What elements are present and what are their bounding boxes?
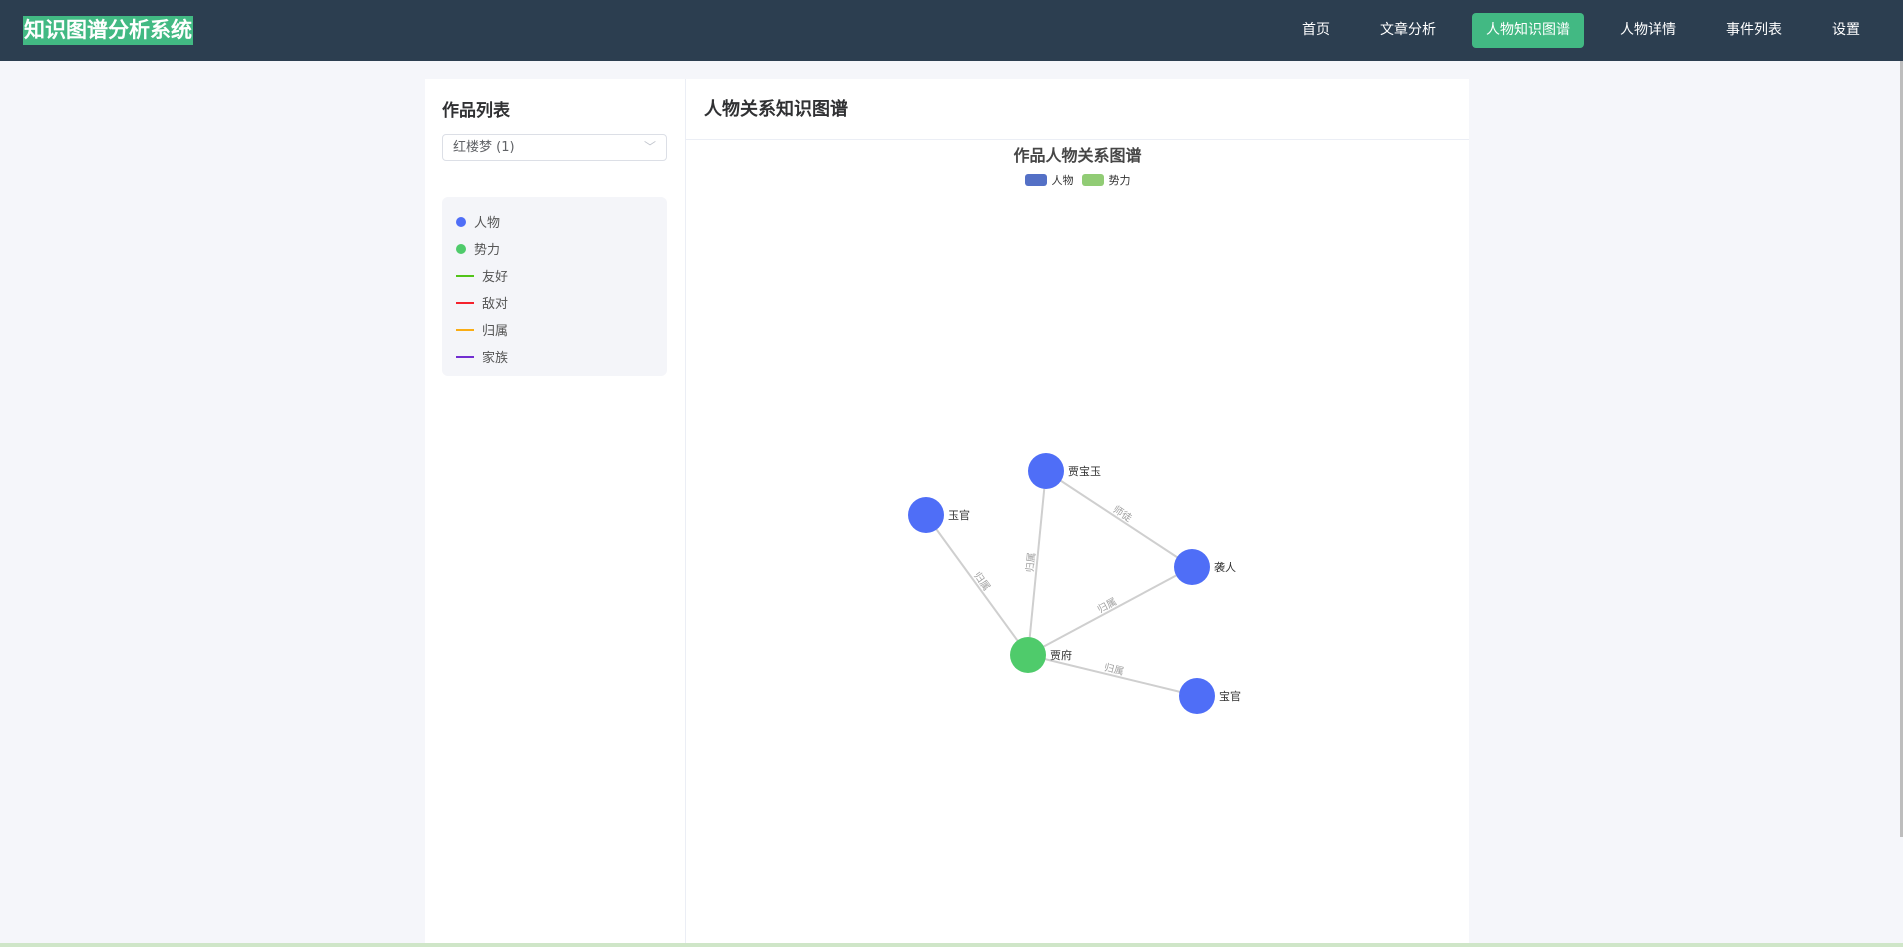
graph-edge[interactable] (1045, 470, 1193, 568)
graph-node[interactable] (1174, 549, 1210, 585)
graph-node[interactable] (1010, 637, 1046, 673)
graph-edge[interactable] (1027, 566, 1193, 656)
edge-label: 归属 (1023, 552, 1038, 573)
legend-item-hostile: 敌对 (456, 289, 653, 316)
relationship-graph[interactable]: 师徒归属归属归属归属贾宝玉玉官袭人贾府宝官 (686, 79, 1469, 947)
node-label: 袭人 (1214, 560, 1236, 574)
legend-item-friendly: 友好 (456, 262, 653, 289)
node-label: 贾宝玉 (1068, 464, 1101, 478)
legend-item-family: 家族 (456, 343, 653, 370)
node-label: 玉官 (948, 508, 970, 522)
nav-item-character-graph[interactable]: 人物知识图谱 (1472, 13, 1584, 48)
top-navbar: 知识图谱分析系统 首页 文章分析 人物知识图谱 人物详情 事件列表 设置 (0, 0, 1903, 61)
works-sidebar: 作品列表 红楼梦 (1) ﹀ 人物 势力 友好 敌对 归属 家族 (425, 79, 686, 947)
legend-label: 归属 (482, 324, 509, 339)
legend-item-character: 人物 (456, 208, 653, 235)
nav-item-home[interactable]: 首页 (1288, 13, 1344, 48)
legend-label: 友好 (482, 270, 509, 285)
nav-item-settings[interactable]: 设置 (1818, 13, 1874, 48)
work-select-value: 红楼梦 (1) (453, 140, 515, 155)
legend-label: 家族 (482, 351, 509, 366)
node-label: 宝官 (1219, 689, 1241, 703)
main-nav: 首页 文章分析 人物知识图谱 人物详情 事件列表 设置 (1266, 13, 1874, 48)
chevron-down-icon: ﹀ (643, 140, 656, 154)
graph-node[interactable] (1179, 678, 1215, 714)
graph-panel: 人物关系知识图谱 作品人物关系图谱 人物 势力 师徒 归属 归属 归属 归属 贾宝玉 玉官袭… (686, 79, 1469, 947)
hostile-line-icon (456, 301, 474, 304)
work-select[interactable]: 红楼梦 (1) ﹀ (442, 134, 667, 161)
app-title[interactable]: 知识图谱分析系统 (23, 16, 193, 45)
edge-label: 师徒 (1111, 503, 1135, 525)
affiliation-line-icon (456, 328, 474, 331)
graph-node[interactable] (908, 497, 944, 533)
sidebar-title: 作品列表 (442, 101, 510, 121)
legend-item-affiliation: 归属 (456, 316, 653, 343)
character-dot-icon (456, 216, 466, 227)
family-line-icon (456, 355, 474, 358)
faction-dot-icon (456, 243, 466, 254)
legend-label: 人物 (474, 216, 501, 231)
legend-item-faction: 势力 (456, 235, 653, 262)
relation-legend: 人物 势力 友好 敌对 归属 家族 (442, 197, 667, 376)
node-label: 贾府 (1050, 648, 1072, 662)
edge-label: 归属 (1095, 595, 1119, 616)
legend-label: 敌对 (482, 297, 509, 312)
nav-item-event-list[interactable]: 事件列表 (1712, 13, 1796, 48)
bottom-divider (0, 943, 1903, 947)
graph-edge[interactable] (925, 514, 1029, 656)
edge-label: 归属 (971, 569, 993, 593)
nav-item-character-detail[interactable]: 人物详情 (1606, 13, 1690, 48)
friendly-line-icon (456, 274, 474, 277)
edge-label: 归属 (1103, 661, 1126, 678)
legend-label: 势力 (474, 243, 501, 258)
graph-node[interactable] (1028, 453, 1064, 489)
nav-item-article-analysis[interactable]: 文章分析 (1366, 13, 1450, 48)
